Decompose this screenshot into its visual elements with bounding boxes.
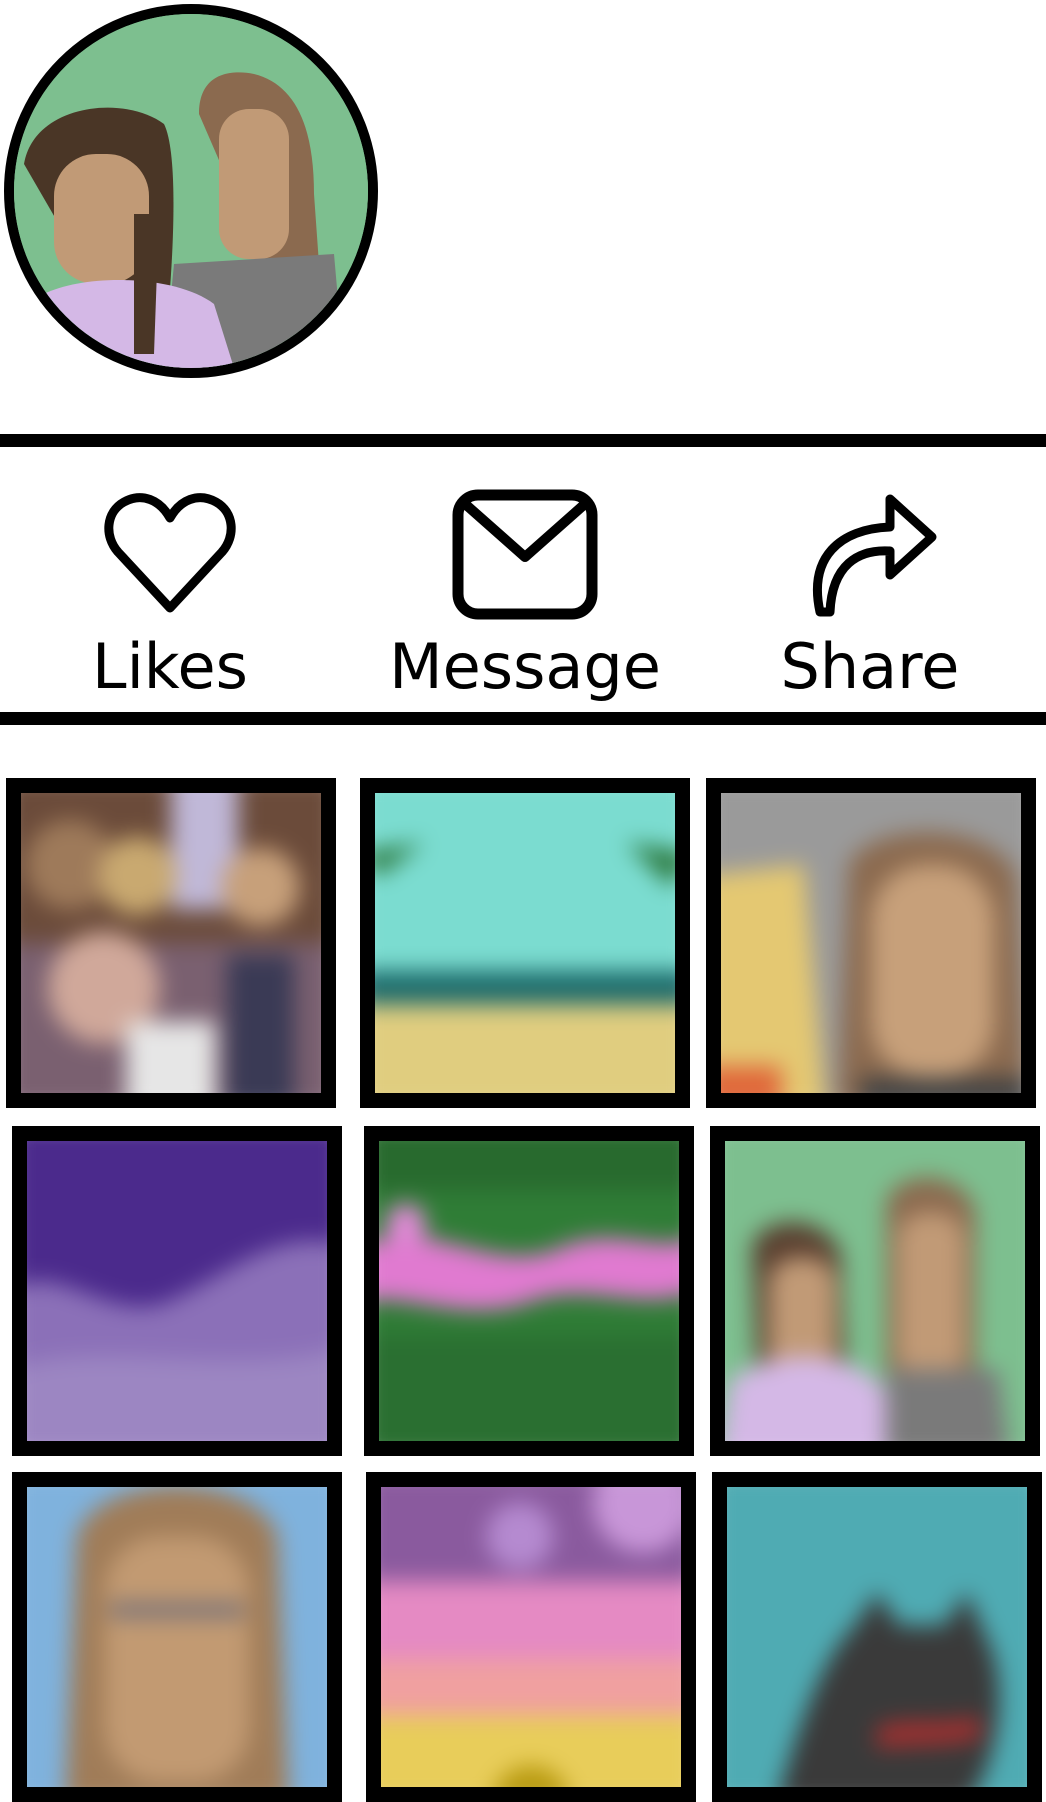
message-label: Message bbox=[389, 630, 661, 703]
photo-tile-two-people[interactable] bbox=[710, 1126, 1040, 1456]
share-label: Share bbox=[780, 630, 960, 703]
likes-button[interactable]: Likes bbox=[70, 487, 270, 702]
share-arrow-icon bbox=[800, 487, 940, 622]
share-button[interactable]: Share bbox=[770, 487, 970, 702]
photo-tile-selfie[interactable] bbox=[706, 778, 1036, 1108]
profile-avatar[interactable] bbox=[4, 4, 378, 378]
bottom-divider bbox=[0, 712, 1046, 725]
top-divider bbox=[0, 434, 1046, 447]
photo-tile-purple-mountains[interactable] bbox=[12, 1126, 342, 1456]
photo-tile-pink-flowers[interactable] bbox=[364, 1126, 694, 1456]
message-button[interactable]: Message bbox=[389, 487, 661, 702]
envelope-icon bbox=[450, 487, 600, 622]
action-bar: Likes Message Share bbox=[0, 447, 1046, 712]
heart-icon bbox=[100, 487, 240, 622]
avatar-two-people-icon bbox=[14, 14, 368, 368]
photo-tile-portrait[interactable] bbox=[12, 1472, 342, 1802]
likes-label: Likes bbox=[92, 630, 248, 703]
photo-tile-cat[interactable] bbox=[712, 1472, 1042, 1802]
photo-tile-beach[interactable] bbox=[360, 778, 690, 1108]
photo-tile-group-photo[interactable] bbox=[6, 778, 336, 1108]
photo-tile-sunset[interactable] bbox=[366, 1472, 696, 1802]
